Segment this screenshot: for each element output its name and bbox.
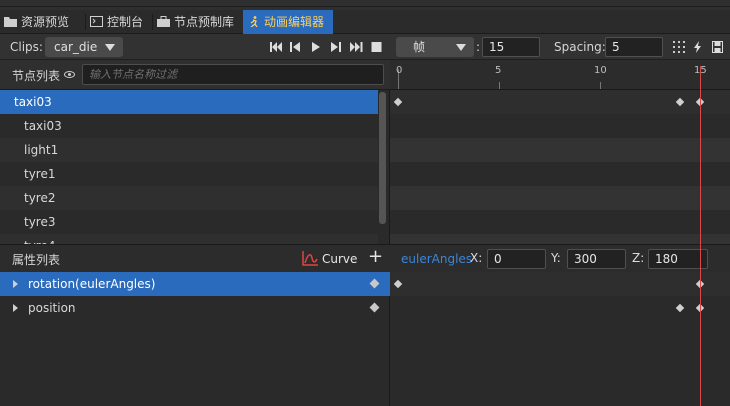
expand-triangle-icon[interactable] — [13, 280, 18, 288]
ruler-tick — [600, 82, 601, 89]
node-list-header: 节点列表 输入节点名称过滤 — [0, 60, 390, 90]
x-label: X: — [470, 251, 483, 265]
keyframe-diamond[interactable] — [675, 303, 685, 313]
curve-icon — [302, 251, 318, 266]
node-item[interactable]: tyre2 — [0, 186, 378, 210]
frame-colon: : — [476, 40, 481, 54]
ruler-label: 5 — [495, 65, 502, 76]
euler-x-input[interactable]: 0 — [487, 249, 546, 269]
y-label: Y: — [551, 251, 561, 265]
terminal-icon — [90, 16, 103, 27]
node-list: taxi03 taxi03 light1 tyre1 tyre2 tyre3 t… — [0, 90, 378, 244]
grid-icon[interactable] — [673, 41, 685, 53]
ruler-tick — [499, 82, 500, 89]
node-list-title: 节点列表 — [12, 69, 61, 83]
skip-to-end-icon[interactable] — [350, 41, 363, 53]
add-property-button[interactable]: + — [368, 246, 383, 267]
keyframe-diamond-icon[interactable] — [369, 278, 380, 289]
skip-to-start-icon[interactable] — [270, 41, 282, 53]
step-back-icon[interactable] — [290, 41, 301, 53]
node-item[interactable]: taxi03 — [0, 114, 378, 138]
property-item-rotation[interactable]: rotation(eulerAngles) — [0, 272, 390, 296]
euler-z-input[interactable]: 180 — [648, 249, 708, 269]
property-track-row[interactable] — [390, 296, 730, 320]
folder-icon — [4, 17, 17, 27]
property-list-title: 属性列表 — [12, 253, 61, 267]
euler-angles-label: eulerAngles — [401, 252, 473, 266]
tab-console[interactable]: 控制台 — [86, 10, 152, 34]
clip-dropdown[interactable]: car_die — [45, 37, 123, 57]
node-track-row[interactable] — [390, 138, 730, 162]
property-item-position[interactable]: position — [0, 296, 390, 320]
node-item[interactable]: tyre4 — [0, 234, 378, 244]
node-track-row[interactable] — [390, 162, 730, 186]
clips-label: Clips: — [10, 40, 43, 54]
z-label: Z: — [632, 251, 645, 265]
playhead-cursor[interactable] — [700, 66, 701, 406]
property-track-row[interactable] — [390, 272, 730, 296]
animation-toolbar: Clips: car_die 帧 : 15 Spacing: 5 — [0, 34, 730, 60]
timeline-panel: 0 5 10 15 eulerAngles X: 0 Y: 300 Z: 180 — [390, 60, 730, 406]
chevron-down-icon — [456, 44, 466, 51]
window-top-strip — [0, 0, 730, 10]
tab-prefab-library[interactable]: 节点预制库 — [153, 10, 242, 34]
save-icon[interactable] — [712, 41, 723, 53]
lightning-icon[interactable] — [693, 41, 702, 53]
node-list-scrollbar[interactable] — [379, 92, 386, 224]
property-label: position — [28, 301, 76, 315]
chevron-down-icon — [105, 44, 115, 51]
node-item[interactable]: light1 — [0, 138, 378, 162]
node-panel: 节点列表 输入节点名称过滤 taxi03 taxi03 light1 tyre1… — [0, 60, 390, 406]
time-unit-value: 帧 — [413, 40, 426, 54]
node-track-row[interactable] — [390, 114, 730, 138]
keyframe-diamond[interactable] — [393, 279, 403, 289]
spacing-label: Spacing: — [554, 40, 606, 54]
ruler-label: 0 — [396, 65, 403, 76]
stop-icon[interactable] — [371, 41, 382, 53]
keyframe-diamond-icon[interactable] — [369, 302, 380, 313]
briefcase-icon — [157, 16, 170, 27]
node-item[interactable]: tyre3 — [0, 210, 378, 234]
node-track-row[interactable] — [390, 210, 730, 234]
eye-icon[interactable] — [64, 71, 75, 78]
tab-bar: 资源预览 控制台 节点预制库 动画编辑器 — [0, 10, 730, 34]
tab-animation-editor[interactable]: 动画编辑器 — [243, 10, 333, 34]
curve-button[interactable]: Curve — [302, 251, 357, 266]
clip-value: car_die — [54, 40, 98, 54]
property-list-header: 属性列表 Curve + — [0, 244, 390, 272]
property-label: rotation(eulerAngles) — [28, 277, 156, 291]
time-unit-dropdown[interactable]: 帧 — [396, 37, 474, 57]
expand-triangle-icon[interactable] — [13, 304, 18, 312]
node-item-selected[interactable]: taxi03 — [0, 90, 378, 114]
timeline-ruler[interactable]: 0 5 10 15 — [390, 60, 730, 90]
ruler-label: 10 — [594, 65, 607, 76]
keyframe-diamond[interactable] — [393, 97, 403, 107]
node-filter-input[interactable]: 输入节点名称过滤 — [82, 64, 384, 85]
frame-input[interactable]: 15 — [482, 37, 540, 57]
play-icon[interactable] — [312, 41, 321, 53]
euler-y-input[interactable]: 300 — [567, 249, 626, 269]
euler-angles-editor: eulerAngles X: 0 Y: 300 Z: 180 — [390, 244, 730, 272]
node-track-row[interactable] — [390, 186, 730, 210]
spacing-input[interactable]: 5 — [605, 37, 663, 57]
node-item[interactable]: tyre1 — [0, 162, 378, 186]
step-forward-icon[interactable] — [331, 41, 342, 53]
node-track-row[interactable] — [390, 90, 730, 114]
tab-assets-preview[interactable]: 资源预览 — [0, 10, 85, 34]
keyframe-diamond[interactable] — [675, 97, 685, 107]
running-figure-icon — [250, 16, 258, 27]
